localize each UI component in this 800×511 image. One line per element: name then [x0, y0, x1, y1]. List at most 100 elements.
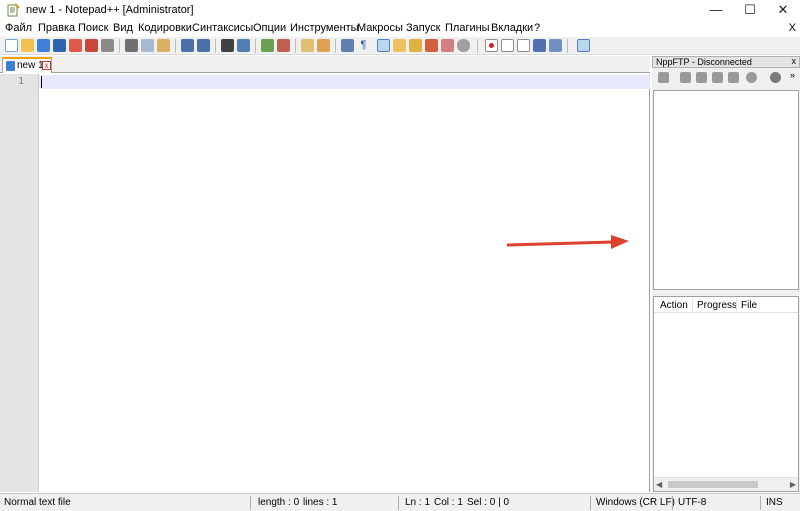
close-window-button[interactable]: ✕ [766, 0, 800, 20]
red-arrow-annotation [506, 235, 629, 249]
paste-icon[interactable] [157, 39, 170, 52]
menu-edit[interactable]: Правка [38, 22, 75, 34]
show-all-chars-icon[interactable]: ¶ [357, 39, 370, 52]
open-folder-icon[interactable] [21, 39, 34, 52]
toolbar-separator [255, 39, 256, 53]
nppftp-toolbar: » [652, 70, 800, 86]
status-line: Ln : 1 [405, 497, 431, 508]
menu-tabs[interactable]: Вкладки [491, 22, 533, 34]
more-tools-icon[interactable]: » [790, 70, 795, 80]
line-number-gutter: 1 [0, 74, 39, 492]
status-separator [760, 496, 761, 510]
undo-icon[interactable] [181, 39, 194, 52]
zoom-out-icon[interactable] [277, 39, 290, 52]
tab-new-1[interactable]: new 1 x [2, 57, 52, 73]
doc-map-icon[interactable] [409, 39, 422, 52]
queue-col-separator [692, 299, 693, 311]
close-all-icon[interactable] [85, 39, 98, 52]
copy-icon[interactable] [141, 39, 154, 52]
abort-icon[interactable] [746, 72, 757, 83]
settings-gear-icon[interactable] [770, 72, 781, 83]
status-insert-mode: INS [766, 497, 783, 508]
save-macro-icon[interactable] [549, 39, 562, 52]
status-separator [250, 496, 251, 510]
redo-icon[interactable] [197, 39, 210, 52]
monitoring-icon[interactable] [457, 39, 470, 52]
menu-macros[interactable]: Макросы [357, 22, 403, 34]
close-file-icon[interactable] [69, 39, 82, 52]
toolbar-separator [567, 39, 568, 53]
status-length: length : 0 [258, 497, 300, 508]
status-file-type: Normal text file [4, 497, 71, 508]
menu-encoding[interactable]: Кодировки [138, 22, 192, 34]
cut-icon[interactable] [125, 39, 138, 52]
play-macro-icon[interactable] [517, 39, 530, 52]
stop-macro-icon[interactable] [501, 39, 514, 52]
tab-label: new 1 [17, 60, 44, 71]
record-macro-icon[interactable] [485, 39, 498, 52]
toolbar-separator [175, 39, 176, 53]
scroll-right-icon[interactable]: ▶ [790, 480, 796, 489]
upload-icon[interactable] [712, 72, 723, 83]
save-icon[interactable] [37, 39, 50, 52]
new-file-icon[interactable] [5, 39, 18, 52]
tab-bar: new 1 x [0, 56, 650, 73]
disk-icon[interactable] [680, 72, 691, 83]
status-encoding: UTF-8 [678, 497, 707, 508]
function-list-icon[interactable] [425, 39, 438, 52]
ftp-transfer-queue[interactable]: Action Progress File ◀ ▶ [653, 296, 799, 492]
menu-syntax[interactable]: Синтаксисы [192, 22, 253, 34]
text-caret [41, 76, 42, 88]
tab-close-icon[interactable]: x [42, 61, 51, 70]
status-selection: Sel : 0 | 0 [467, 497, 510, 508]
ftp-file-tree[interactable] [653, 90, 799, 290]
save-all-icon[interactable] [53, 39, 66, 52]
scroll-thumb[interactable] [668, 481, 758, 488]
queue-col-separator [736, 299, 737, 311]
status-bar: Normal text file length : 0 lines : 1 Ln… [0, 493, 800, 511]
sync-horizontal-icon[interactable] [317, 39, 330, 52]
menu-run[interactable]: Запуск [406, 22, 440, 34]
editor-area[interactable]: 1 [0, 74, 650, 492]
indent-guide-icon[interactable] [377, 39, 390, 52]
queue-horizontal-scrollbar[interactable]: ◀ ▶ [654, 477, 798, 491]
nppftp-toggle-icon[interactable] [577, 39, 590, 52]
minimize-button[interactable]: — [699, 0, 733, 20]
status-separator [590, 496, 591, 510]
user-lang-icon[interactable] [393, 39, 406, 52]
menu-tools[interactable]: Инструменты [290, 22, 359, 34]
queue-header: Action Progress File [654, 297, 798, 313]
connect-icon[interactable] [658, 72, 669, 83]
menu-view[interactable]: Вид [113, 22, 133, 34]
download-icon[interactable] [696, 72, 707, 83]
menu-plugins[interactable]: Плагины [445, 22, 490, 34]
maximize-button[interactable]: ☐ [733, 0, 767, 20]
run-macro-multiple-icon[interactable] [533, 39, 546, 52]
menu-options[interactable]: Опции [253, 22, 286, 34]
sync-vertical-icon[interactable] [301, 39, 314, 52]
nppftp-header: NppFTP - Disconnected x [652, 56, 800, 68]
menu-close-doc[interactable]: X [789, 22, 796, 34]
word-wrap-icon[interactable] [341, 39, 354, 52]
toolbar-separator [295, 39, 296, 53]
zoom-in-icon[interactable] [261, 39, 274, 52]
file-icon [6, 61, 15, 71]
menu-search[interactable]: Поиск [78, 22, 108, 34]
main-toolbar: ¶ [0, 37, 800, 55]
queue-col-action[interactable]: Action [660, 300, 688, 311]
nppftp-close-button[interactable]: x [792, 56, 797, 66]
status-separator [672, 496, 673, 510]
menu-help[interactable]: ? [534, 22, 540, 34]
queue-col-progress[interactable]: Progress [697, 300, 737, 311]
queue-col-file[interactable]: File [741, 300, 757, 311]
scroll-left-icon[interactable]: ◀ [656, 480, 662, 489]
print-icon[interactable] [101, 39, 114, 52]
replace-icon[interactable] [237, 39, 250, 52]
folder-workspace-icon[interactable] [441, 39, 454, 52]
line-number: 1 [17, 76, 24, 87]
refresh-icon[interactable] [728, 72, 739, 83]
notepad-app-icon [7, 3, 20, 17]
find-icon[interactable] [221, 39, 234, 52]
menu-bar: Файл Правка Поиск Вид Кодировки Синтакси… [0, 20, 800, 36]
menu-file[interactable]: Файл [5, 22, 32, 34]
